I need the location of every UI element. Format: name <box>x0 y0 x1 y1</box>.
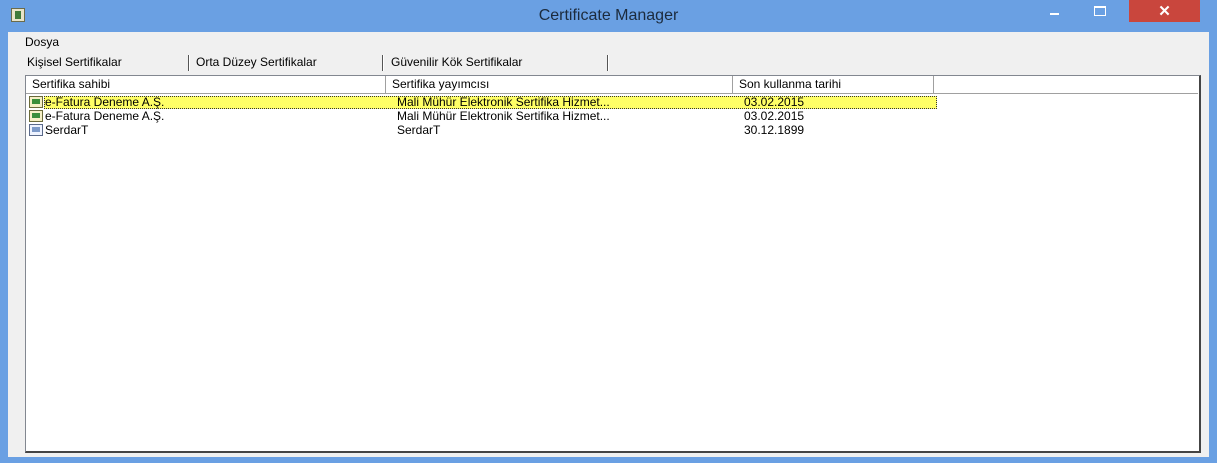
cell-expiry: 03.02.2015 <box>744 109 805 123</box>
certificate-manager-window: Certificate Manager ✕ Dosya Kişisel Sert… <box>0 0 1217 463</box>
maximize-button[interactable] <box>1082 0 1118 22</box>
tab-orta-duzey-sertifikalar[interactable]: Orta Düzey Sertifikalar <box>196 52 317 72</box>
column-header-expiry[interactable]: Son kullanma tarihi <box>733 76 934 93</box>
tab-guvenilir-kok-sertifikalar[interactable]: Güvenilir Kök Sertifikalar <box>391 52 522 72</box>
column-header-issuer[interactable]: Sertifika yayımcısı <box>386 76 733 93</box>
table-row[interactable]: SerdarT SerdarT 30.12.1899 <box>26 124 1200 137</box>
certificate-icon <box>29 110 43 122</box>
minimize-button[interactable] <box>1036 0 1072 22</box>
cell-issuer: Mali Mühür Elektronik Sertifika Hizmet..… <box>397 95 610 109</box>
certificate-icon <box>29 124 43 136</box>
cell-owner: e-Fatura Deneme A.Ş. <box>45 95 165 109</box>
certificate-list[interactable]: Sertifika sahibi Sertifika yayımcısı Son… <box>25 75 1201 453</box>
close-button[interactable]: ✕ <box>1129 0 1200 22</box>
cell-owner: SerdarT <box>45 123 89 137</box>
tab-separator <box>382 55 383 71</box>
column-header-empty <box>934 76 1198 93</box>
menu-dosya[interactable]: Dosya <box>25 35 59 49</box>
maximize-icon <box>1094 6 1106 16</box>
tab-strip: Kişisel Sertifikalar Orta Düzey Sertifik… <box>8 52 1209 74</box>
tab-kisisel-sertifikalar[interactable]: Kişisel Sertifikalar <box>27 52 122 72</box>
cell-issuer: SerdarT <box>397 123 441 137</box>
list-header: Sertifika sahibi Sertifika yayımcısı Son… <box>26 76 1198 94</box>
close-icon: ✕ <box>1158 3 1171 20</box>
minimize-icon <box>1049 13 1059 15</box>
menu-bar: Dosya <box>8 32 1209 50</box>
cell-owner: e-Fatura Deneme A.Ş. <box>45 109 165 123</box>
window-title: Certificate Manager <box>538 7 679 24</box>
tab-separator <box>607 55 608 71</box>
table-row[interactable]: e-Fatura Deneme A.Ş. Mali Mühür Elektron… <box>26 96 1200 109</box>
title-bar[interactable]: Certificate Manager ✕ <box>0 0 1217 32</box>
table-row[interactable]: e-Fatura Deneme A.Ş. Mali Mühür Elektron… <box>26 110 1200 123</box>
column-header-owner[interactable]: Sertifika sahibi <box>26 76 386 93</box>
cell-expiry: 30.12.1899 <box>744 123 805 137</box>
client-area: Dosya Kişisel Sertifikalar Orta Düzey Se… <box>8 32 1209 457</box>
certificate-icon <box>29 96 43 108</box>
tab-separator <box>188 55 189 71</box>
cell-issuer: Mali Mühür Elektronik Sertifika Hizmet..… <box>397 109 610 123</box>
cell-expiry: 03.02.2015 <box>744 95 805 109</box>
